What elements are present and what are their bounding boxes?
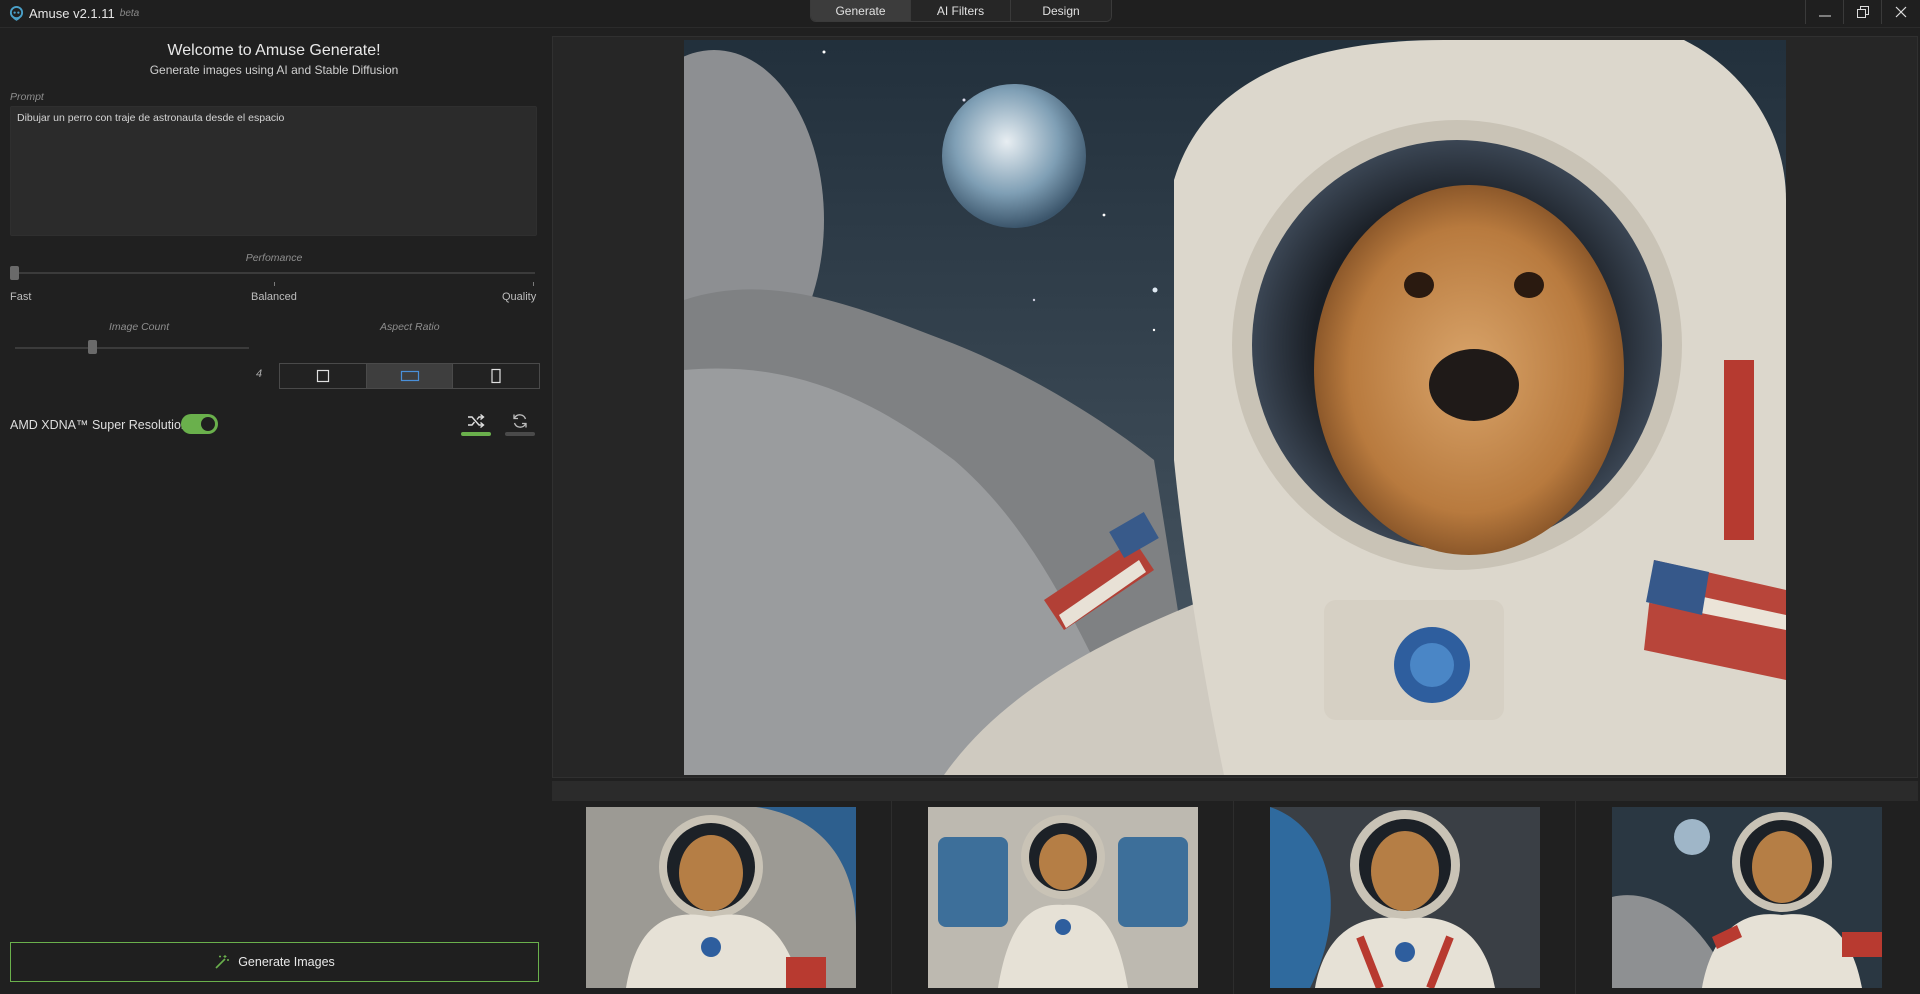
amuse-logo-icon [9, 6, 24, 21]
preview-panel [552, 36, 1918, 778]
thumbnail-image-2[interactable] [928, 807, 1198, 988]
thumbnail-strip [552, 801, 1918, 994]
refresh-icon [513, 414, 527, 428]
performance-slider-thumb[interactable] [10, 266, 19, 280]
magic-wand-icon [215, 955, 230, 969]
shuffle-icon [468, 413, 485, 429]
inactive-indicator [505, 432, 535, 436]
thumbnail-cell [1578, 801, 1918, 994]
generate-images-button[interactable]: Generate Images [10, 942, 539, 982]
close-icon [1895, 6, 1907, 18]
minimize-icon [1818, 15, 1831, 17]
random-seed-button[interactable] [461, 406, 491, 436]
main-generated-image[interactable] [684, 40, 1786, 775]
tab-design[interactable]: Design [1011, 0, 1111, 21]
thumbnail-cell [552, 801, 892, 994]
tab-generate[interactable]: Generate [811, 0, 911, 21]
landscape-ratio-icon [400, 370, 419, 382]
prompt-input[interactable]: Dibujar un perro con traje de astronauta… [10, 106, 537, 236]
performance-option-balanced: Balanced [251, 291, 297, 303]
thumbnail-image-1[interactable] [586, 807, 856, 988]
aspect-ratio-label: Aspect Ratio [380, 321, 440, 333]
title-bar: Amuse v2.1.11 beta Generate AI Filters D… [0, 0, 1920, 28]
prompt-label: Prompt [10, 91, 44, 103]
image-count-slider-track[interactable] [15, 347, 249, 349]
thumbnail-cell [894, 801, 1234, 994]
portrait-ratio-icon [491, 368, 501, 384]
thumbnail-image-3[interactable] [1270, 807, 1540, 988]
performance-option-fast: Fast [10, 291, 32, 303]
thumbnail-cell [1236, 801, 1576, 994]
performance-option-quality: Quality [502, 291, 537, 303]
performance-slider-track[interactable] [12, 272, 535, 274]
aspect-ratio-selector [279, 363, 540, 389]
window-controls [1805, 0, 1920, 24]
restore-icon [1856, 6, 1869, 18]
active-indicator [461, 432, 491, 436]
minimize-button[interactable] [1806, 0, 1844, 24]
reuse-seed-button[interactable] [505, 406, 535, 436]
welcome-title: Welcome to Amuse Generate! [167, 42, 381, 59]
image-count-value: 4 [256, 368, 263, 380]
aspect-portrait-button[interactable] [453, 364, 540, 388]
toggle-knob [201, 417, 215, 431]
thumbnail-image-4[interactable] [1612, 807, 1882, 988]
performance-tick [274, 282, 275, 286]
image-count-label: Image Count [109, 321, 170, 333]
settings-panel: Welcome to Amuse Generate! Generate imag… [0, 29, 548, 994]
square-ratio-icon [316, 369, 329, 383]
tab-ai-filters[interactable]: AI Filters [911, 0, 1011, 21]
restore-button[interactable] [1844, 0, 1882, 24]
image-count-slider-thumb[interactable] [88, 340, 97, 354]
welcome-subtitle: Generate images using AI and Stable Diff… [149, 63, 399, 77]
thumbnail-divider [552, 781, 1918, 801]
app-name: Amuse v2.1.11 [29, 6, 115, 21]
beta-badge: beta [119, 8, 140, 19]
mode-tabs: Generate AI Filters Design [810, 0, 1112, 22]
close-button[interactable] [1882, 0, 1920, 24]
aspect-square-button[interactable] [280, 364, 367, 388]
super-resolution-label: AMD XDNA™ Super Resolution [10, 418, 188, 432]
super-resolution-toggle[interactable] [181, 414, 218, 434]
aspect-landscape-button[interactable] [366, 364, 454, 388]
performance-label: Perfomance [245, 252, 303, 264]
generate-button-label: Generate Images [238, 955, 335, 969]
performance-tick [533, 282, 534, 286]
app-title: Amuse v2.1.11 beta [9, 6, 139, 21]
